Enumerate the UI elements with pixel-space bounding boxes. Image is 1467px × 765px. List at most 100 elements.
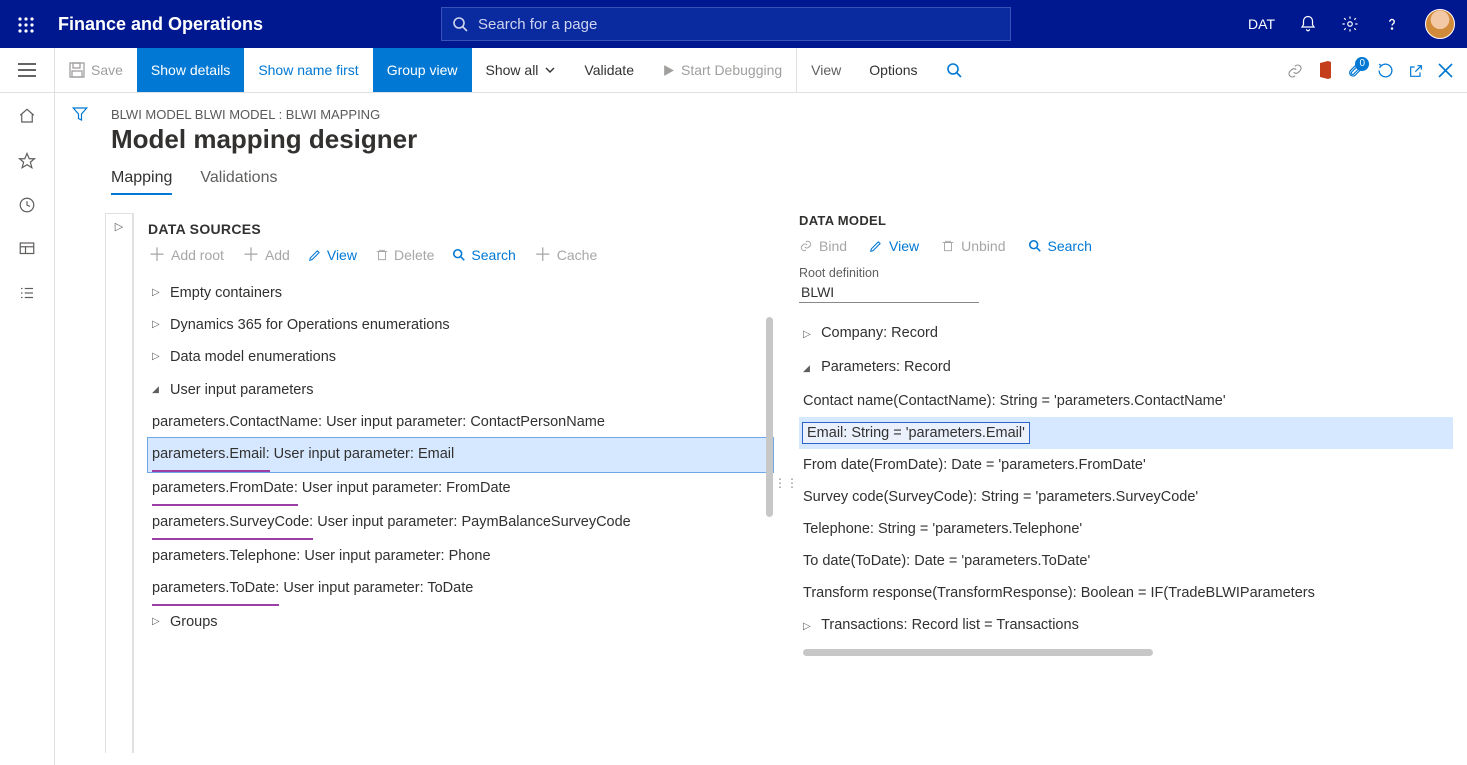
bell-icon[interactable] [1299, 15, 1317, 33]
tree-leaf[interactable]: To date(ToDate): Date = 'parameters.ToDa… [799, 545, 1453, 577]
close-icon[interactable] [1438, 62, 1453, 79]
content: BLWI MODEL BLWI MODEL : BLWI MAPPING Mod… [55, 93, 1467, 765]
splitter[interactable]: ⋮⋮ [773, 213, 799, 753]
caret-icon[interactable] [152, 373, 162, 406]
tree-node[interactable]: Dynamics 365 for Operations enumerations [148, 309, 773, 341]
nav-rail [0, 93, 55, 765]
ds-search[interactable]: Search [452, 247, 515, 263]
dm-actions: Bind View Unbind Search [799, 238, 1453, 254]
ds-cache[interactable]: ＋Cache [534, 247, 597, 263]
caret-icon[interactable] [152, 341, 162, 373]
refresh-icon[interactable] [1377, 61, 1394, 79]
tab-mapping[interactable]: Mapping [111, 169, 172, 195]
search-icon [946, 62, 962, 78]
star-icon[interactable] [18, 151, 36, 169]
tree-node[interactable]: Parameters: Record [799, 351, 1453, 385]
ds-tree: Empty containers Dynamics 365 for Operat… [148, 277, 773, 638]
search-placeholder: Search for a page [478, 16, 597, 33]
scrollbar[interactable] [803, 649, 1153, 656]
tree-leaf[interactable]: Contact name(ContactName): String = 'par… [799, 385, 1453, 417]
data-sources-pane: DATA SOURCES ＋Add root ＋Add View Delete … [133, 213, 773, 753]
environment-label[interactable]: DAT [1248, 16, 1275, 32]
global-search[interactable]: Search for a page [441, 7, 1011, 41]
attach-icon[interactable]: 0 [1347, 61, 1363, 79]
tree-leaf[interactable]: Survey code(SurveyCode): String = 'param… [799, 481, 1453, 513]
help-icon[interactable] [1383, 15, 1401, 33]
caret-icon[interactable] [803, 352, 813, 385]
link-icon[interactable] [1287, 61, 1303, 78]
pencil-icon [308, 248, 322, 262]
scrollbar[interactable] [766, 317, 773, 517]
options-menu[interactable]: Options [855, 48, 931, 92]
app-bar: Finance and Operations Search for a page… [0, 0, 1467, 48]
left-pane-expander[interactable]: ▷ [105, 213, 133, 753]
modules-icon[interactable] [18, 284, 36, 302]
start-debugging-button[interactable]: Start Debugging [648, 48, 796, 92]
tree-leaf[interactable]: From date(FromDate): Date = 'parameters.… [799, 449, 1453, 481]
tabs: Mapping Validations [105, 169, 1467, 195]
tree-leaf[interactable]: parameters.Telephone: User input paramet… [148, 540, 773, 572]
tab-validations[interactable]: Validations [200, 169, 277, 195]
tree-leaf[interactable]: parameters.ToDate: User input parameter:… [148, 572, 773, 606]
caret-icon[interactable] [803, 611, 813, 643]
tree-node[interactable]: Groups [148, 606, 773, 638]
home-icon[interactable] [18, 107, 36, 125]
pencil-icon [869, 239, 883, 253]
group-view-button[interactable]: Group view [373, 48, 472, 92]
dm-view[interactable]: View [869, 238, 919, 254]
caret-icon[interactable] [152, 309, 162, 341]
tree-node[interactable]: Data model enumerations [148, 341, 773, 373]
tree-leaf-selected[interactable]: parameters.Email: User input parameter: … [148, 438, 773, 472]
page: BLWI MODEL BLWI MODEL : BLWI MAPPING Mod… [105, 93, 1467, 765]
dm-tree: Company: Record Parameters: Record Conta… [799, 317, 1453, 656]
find-button[interactable] [932, 48, 976, 92]
popout-icon[interactable] [1408, 61, 1424, 78]
dm-bind[interactable]: Bind [799, 238, 847, 254]
tree-leaf[interactable]: parameters.ContactName: User input param… [148, 406, 773, 438]
tree-node[interactable]: Transactions: Record list = Transactions [799, 609, 1453, 643]
trash-icon [941, 239, 955, 253]
view-menu[interactable]: View [796, 48, 855, 92]
dm-unbind[interactable]: Unbind [941, 238, 1005, 254]
tree-node[interactable]: User input parameters [148, 373, 773, 406]
dm-search[interactable]: Search [1028, 238, 1092, 254]
tree-node[interactable]: Company: Record [799, 317, 1453, 351]
search-icon [1028, 239, 1042, 253]
ds-add[interactable]: ＋Add [242, 247, 290, 263]
command-bar-right: 0 [1287, 48, 1467, 92]
caret-icon[interactable] [803, 319, 813, 351]
save-button[interactable]: Save [55, 48, 137, 92]
tree-leaf[interactable]: parameters.SurveyCode: User input parame… [148, 506, 773, 540]
filter-icon[interactable] [71, 105, 89, 765]
caret-icon[interactable] [152, 606, 162, 638]
tree-leaf-selected[interactable]: Email: String = 'parameters.Email' [799, 417, 1453, 449]
attach-badge: 0 [1355, 57, 1369, 71]
breadcrumb: BLWI MODEL BLWI MODEL : BLWI MAPPING [105, 107, 1467, 122]
tree-leaf[interactable]: Transform response(TransformResponse): B… [799, 577, 1453, 609]
waffle-icon[interactable] [12, 14, 40, 35]
workspace-icon[interactable] [18, 240, 36, 258]
show-name-first-button[interactable]: Show name first [244, 48, 372, 92]
office-icon[interactable] [1317, 61, 1333, 79]
ds-actions: ＋Add root ＋Add View Delete Search ＋Cache [148, 247, 773, 263]
hamburger-icon[interactable] [0, 48, 55, 92]
shell: BLWI MODEL BLWI MODEL : BLWI MAPPING Mod… [0, 93, 1467, 765]
validate-button[interactable]: Validate [570, 48, 648, 92]
ds-view[interactable]: View [308, 247, 357, 263]
tree-leaf[interactable]: Telephone: String = 'parameters.Telephon… [799, 513, 1453, 545]
gear-icon[interactable] [1341, 15, 1359, 33]
show-details-button[interactable]: Show details [137, 48, 244, 92]
root-def-value[interactable]: BLWI [799, 282, 979, 303]
tree-leaf[interactable]: parameters.FromDate: User input paramete… [148, 472, 773, 506]
root-def-label: Root definition [799, 266, 1453, 280]
ds-add-root[interactable]: ＋Add root [148, 247, 224, 263]
caret-icon[interactable] [152, 277, 162, 309]
ds-title: DATA SOURCES [148, 221, 773, 237]
recent-icon[interactable] [18, 196, 36, 214]
avatar[interactable] [1425, 9, 1455, 39]
page-title: Model mapping designer [105, 122, 1467, 169]
ds-delete[interactable]: Delete [375, 247, 434, 263]
filter-column [55, 93, 105, 765]
tree-node[interactable]: Empty containers [148, 277, 773, 309]
show-all-dropdown[interactable]: Show all [472, 48, 571, 92]
